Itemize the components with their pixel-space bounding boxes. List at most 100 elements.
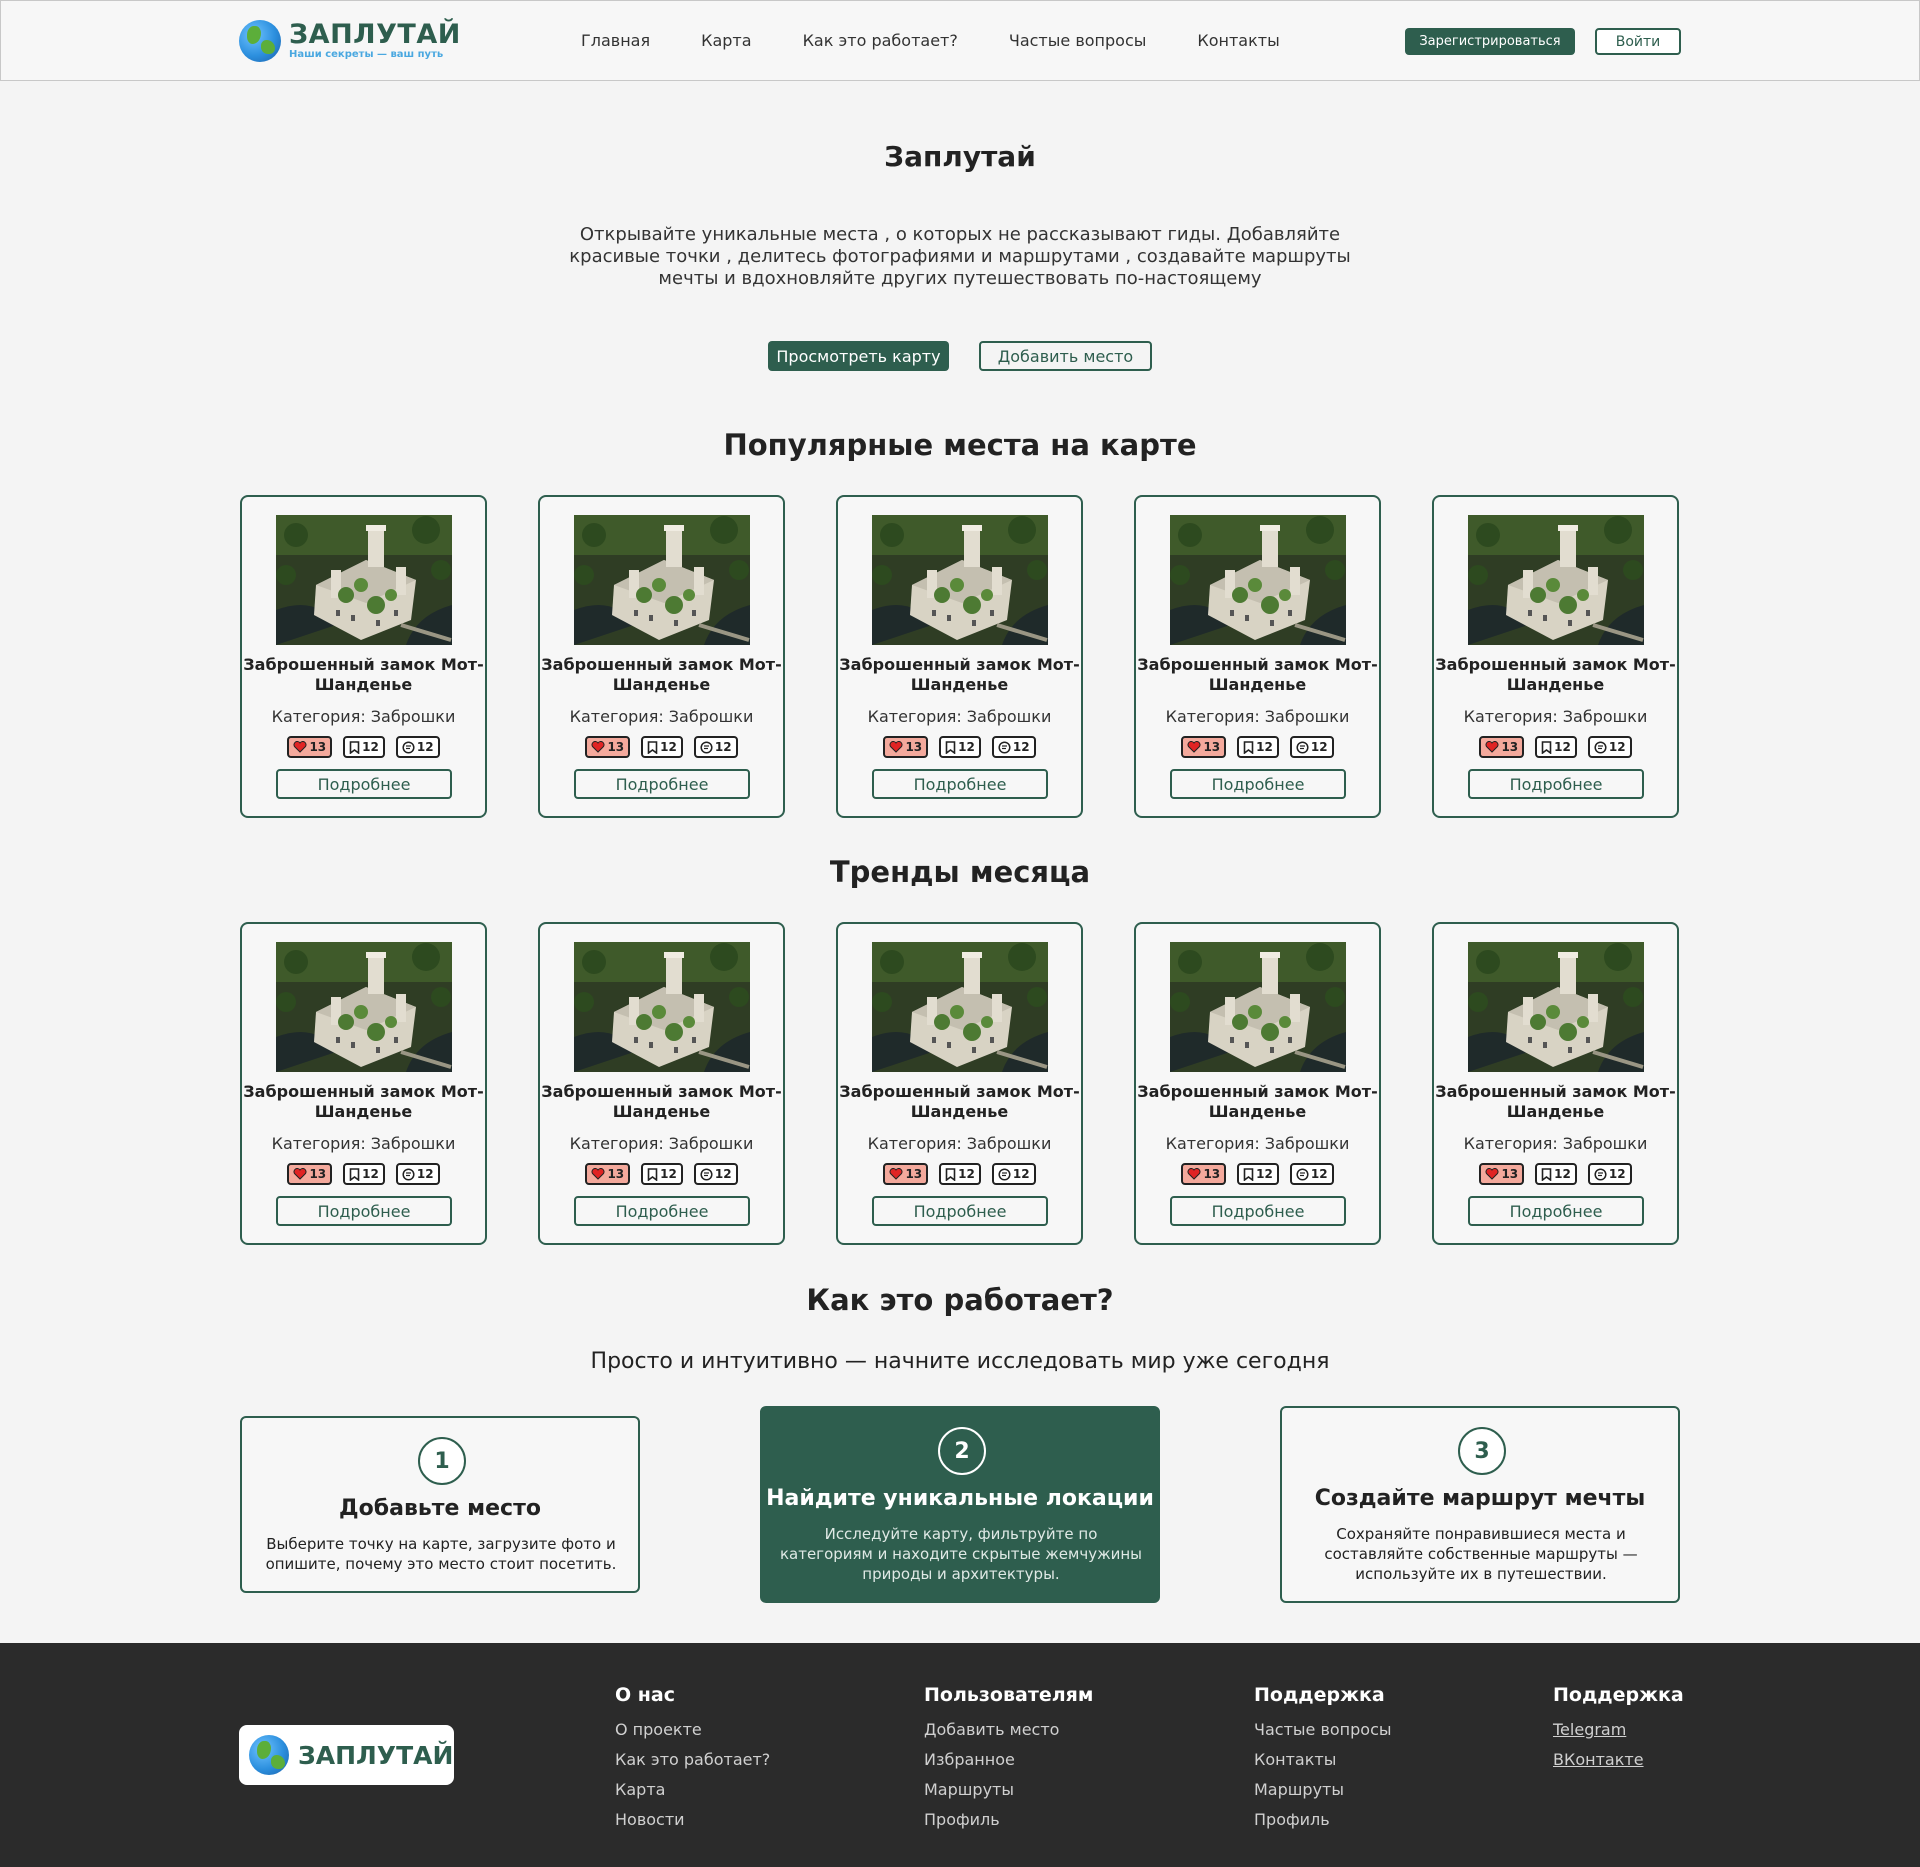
comment-button[interactable]: 12 xyxy=(991,736,1036,758)
save-button[interactable]: 12 xyxy=(343,736,385,758)
like-button[interactable]: 13 xyxy=(1479,1163,1525,1185)
place-card[interactable]: Заброшенный замок Мот-Шанденье Категория… xyxy=(538,922,785,1245)
bookmark-icon xyxy=(1243,1167,1254,1181)
telegram-link[interactable]: Telegram xyxy=(1553,1715,1684,1745)
comment-button[interactable]: 12 xyxy=(1587,1163,1632,1185)
view-map-button[interactable]: Просмотреть карту xyxy=(768,341,949,371)
place-card[interactable]: Заброшенный замок Мот-Шанденье Категория… xyxy=(836,922,1083,1245)
like-count: 13 xyxy=(1501,1167,1519,1181)
like-button[interactable]: 13 xyxy=(883,1163,929,1185)
place-card[interactable]: Заброшенный замок Мот-Шанденье Категория… xyxy=(240,495,487,818)
save-button[interactable]: 12 xyxy=(1535,1163,1577,1185)
details-button[interactable]: Подробнее xyxy=(1170,1196,1346,1226)
step-description: Исследуйте карту, фильтруйте по категори… xyxy=(779,1525,1143,1583)
footer-link[interactable]: Частые вопросы xyxy=(1254,1715,1392,1745)
details-button[interactable]: Подробнее xyxy=(574,1196,750,1226)
save-button[interactable]: 12 xyxy=(1237,1163,1279,1185)
details-button[interactable]: Подробнее xyxy=(276,1196,452,1226)
place-image[interactable] xyxy=(872,942,1048,1072)
save-button[interactable]: 12 xyxy=(343,1163,385,1185)
save-button[interactable]: 12 xyxy=(641,736,683,758)
save-button[interactable]: 12 xyxy=(939,1163,981,1185)
place-image[interactable] xyxy=(1170,942,1346,1072)
place-card[interactable]: Заброшенный замок Мот-Шанденье Категория… xyxy=(240,922,487,1245)
like-button[interactable]: 13 xyxy=(585,1163,631,1185)
like-button[interactable]: 13 xyxy=(287,736,333,758)
place-image[interactable] xyxy=(276,515,452,645)
place-image[interactable] xyxy=(574,942,750,1072)
details-button[interactable]: Подробнее xyxy=(1170,769,1346,799)
place-image[interactable] xyxy=(1468,942,1644,1072)
comment-button[interactable]: 12 xyxy=(693,736,738,758)
footer-link[interactable]: Профиль xyxy=(924,1805,1093,1835)
save-count: 12 xyxy=(362,740,379,754)
comment-button[interactable]: 12 xyxy=(395,736,440,758)
footer-link[interactable]: Как это работает? xyxy=(615,1745,770,1775)
details-button[interactable]: Подробнее xyxy=(1468,769,1644,799)
like-count: 13 xyxy=(309,1167,327,1181)
heart-icon xyxy=(1485,1168,1499,1180)
place-stats: 13 12 12 xyxy=(838,1163,1081,1185)
nav-home[interactable]: Главная xyxy=(581,31,650,50)
footer-link[interactable]: Маршруты xyxy=(1254,1775,1392,1805)
save-button[interactable]: 12 xyxy=(641,1163,683,1185)
place-card[interactable]: Заброшенный замок Мот-Шанденье Категория… xyxy=(1134,922,1381,1245)
site-header: ЗАПЛУТАЙ Наши секреты — ваш путь Главная… xyxy=(0,0,1920,81)
comment-button[interactable]: 12 xyxy=(1289,1163,1334,1185)
nav-how-it-works[interactable]: Как это работает? xyxy=(803,31,958,50)
logo-tagline: Наши секреты — ваш путь xyxy=(289,49,444,60)
register-button[interactable]: Зарегистрироваться xyxy=(1405,28,1575,55)
footer-link[interactable]: Избранное xyxy=(924,1745,1093,1775)
details-button[interactable]: Подробнее xyxy=(276,769,452,799)
step-number: 2 xyxy=(938,1427,986,1475)
place-card[interactable]: Заброшенный замок Мот-Шанденье Категория… xyxy=(538,495,785,818)
like-button[interactable]: 13 xyxy=(1181,1163,1227,1185)
details-button[interactable]: Подробнее xyxy=(574,769,750,799)
comment-button[interactable]: 12 xyxy=(1289,736,1334,758)
place-image[interactable] xyxy=(872,515,1048,645)
footer-link[interactable]: Маршруты xyxy=(924,1775,1093,1805)
save-button[interactable]: 12 xyxy=(1237,736,1279,758)
vk-link[interactable]: ВКонтакте xyxy=(1553,1745,1684,1775)
logo[interactable]: ЗАПЛУТАЙ Наши секреты — ваш путь xyxy=(239,20,461,62)
footer-link[interactable]: Контакты xyxy=(1254,1745,1392,1775)
place-card[interactable]: Заброшенный замок Мот-Шанденье Категория… xyxy=(1432,495,1679,818)
footer-link[interactable]: Добавить место xyxy=(924,1715,1093,1745)
like-button[interactable]: 13 xyxy=(1181,736,1227,758)
save-count: 12 xyxy=(1256,740,1273,754)
place-image[interactable] xyxy=(1468,515,1644,645)
place-card[interactable]: Заброшенный замок Мот-Шанденье Категория… xyxy=(1134,495,1381,818)
comment-button[interactable]: 12 xyxy=(395,1163,440,1185)
details-button[interactable]: Подробнее xyxy=(872,769,1048,799)
footer-link[interactable]: Карта xyxy=(615,1775,770,1805)
like-button[interactable]: 13 xyxy=(883,736,929,758)
place-card[interactable]: Заброшенный замок Мот-Шанденье Категория… xyxy=(836,495,1083,818)
nav-contacts[interactable]: Контакты xyxy=(1197,31,1279,50)
place-image[interactable] xyxy=(574,515,750,645)
footer-col-about: О нас О проекте Как это работает? Карта … xyxy=(615,1684,770,1835)
comment-button[interactable]: 12 xyxy=(1587,736,1632,758)
place-stats: 13 12 12 xyxy=(838,736,1081,758)
save-button[interactable]: 12 xyxy=(1535,736,1577,758)
place-card[interactable]: Заброшенный замок Мот-Шанденье Категория… xyxy=(1432,922,1679,1245)
comment-count: 12 xyxy=(1608,740,1626,754)
comment-button[interactable]: 12 xyxy=(991,1163,1036,1185)
details-button[interactable]: Подробнее xyxy=(1468,1196,1644,1226)
footer-logo[interactable]: ЗАПЛУТАЙ xyxy=(239,1725,454,1785)
comment-button[interactable]: 12 xyxy=(693,1163,738,1185)
nav-map[interactable]: Карта xyxy=(701,31,751,50)
details-button[interactable]: Подробнее xyxy=(872,1196,1048,1226)
like-button[interactable]: 13 xyxy=(1479,736,1525,758)
login-button[interactable]: Войти xyxy=(1595,28,1681,55)
nav-faq[interactable]: Частые вопросы xyxy=(1009,31,1147,50)
footer-link[interactable]: О проекте xyxy=(615,1715,770,1745)
place-image[interactable] xyxy=(276,942,452,1072)
like-button[interactable]: 13 xyxy=(287,1163,333,1185)
place-image[interactable] xyxy=(1170,515,1346,645)
heart-icon xyxy=(293,1168,307,1180)
footer-link[interactable]: Профиль xyxy=(1254,1805,1392,1835)
add-place-button[interactable]: Добавить место xyxy=(979,341,1152,371)
save-button[interactable]: 12 xyxy=(939,736,981,758)
footer-link[interactable]: Новости xyxy=(615,1805,770,1835)
like-button[interactable]: 13 xyxy=(585,736,631,758)
